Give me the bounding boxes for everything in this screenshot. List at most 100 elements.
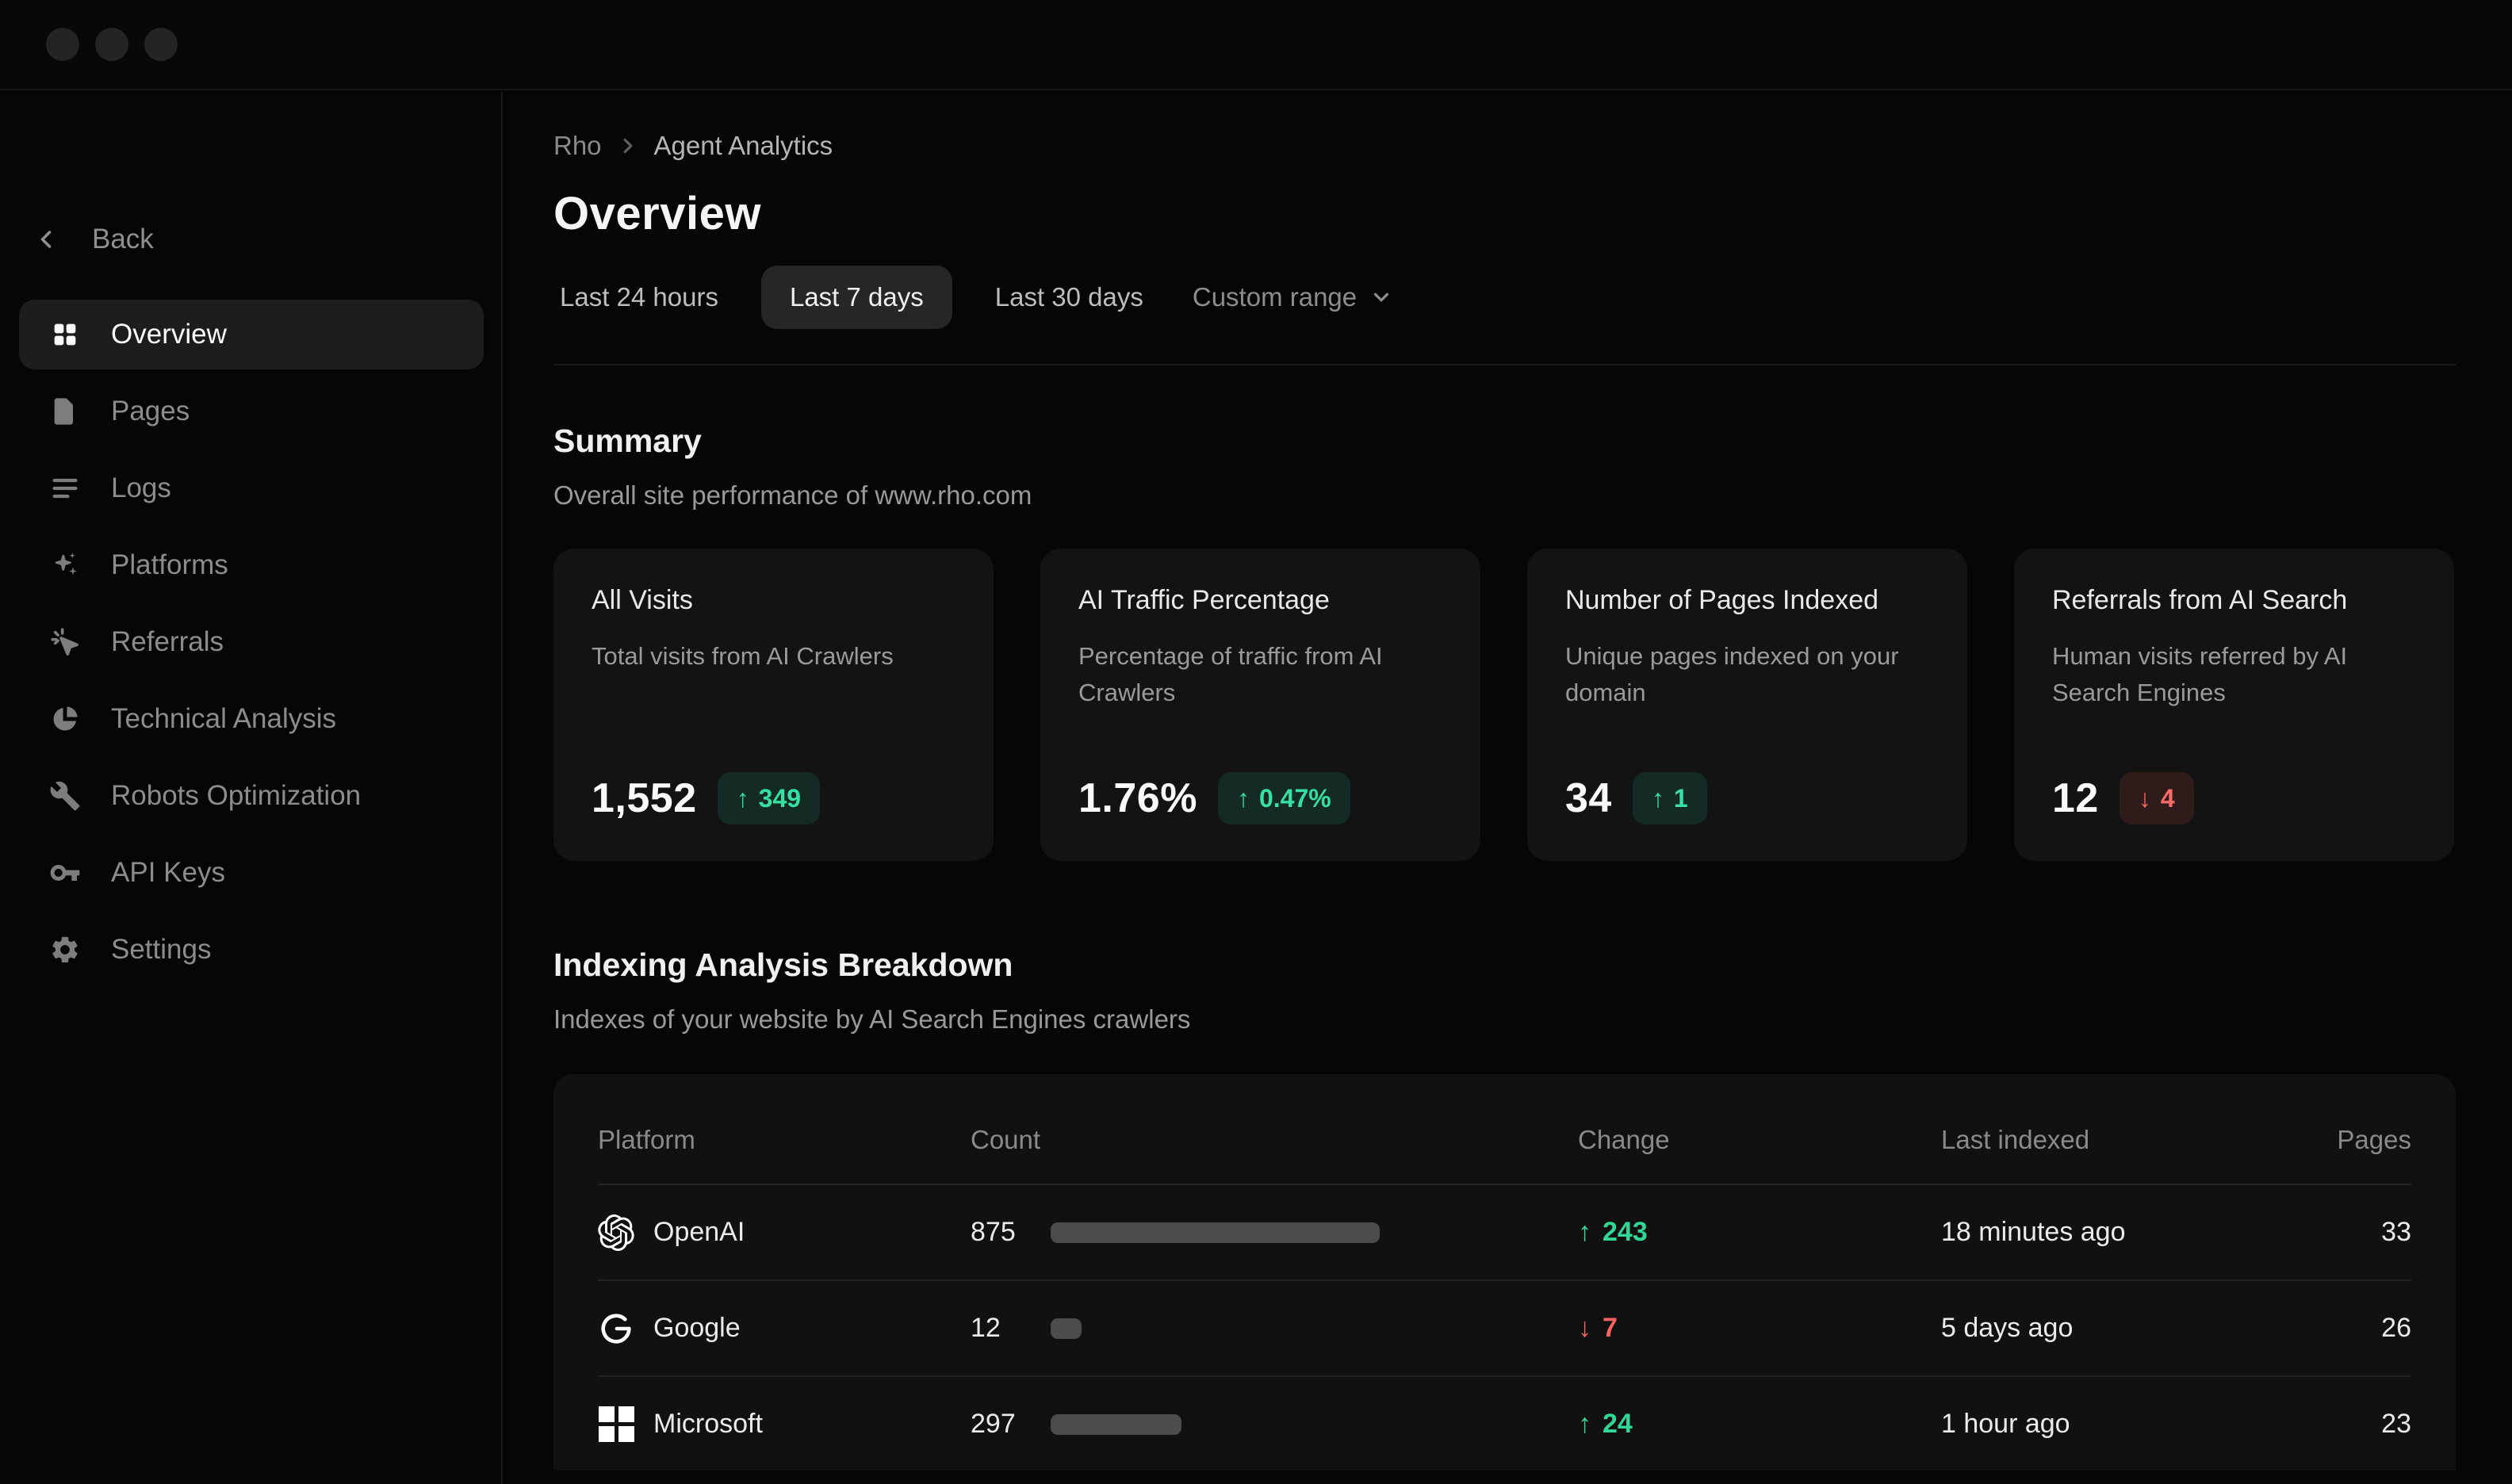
main-content: Rho Agent Analytics Overview Last 24 hou… xyxy=(553,90,2456,1484)
change-cell: ↓ 7 xyxy=(1578,1313,1941,1344)
change-value: 7 xyxy=(1603,1313,1618,1344)
sidebar: Back Overview Pages Lo xyxy=(0,92,503,1484)
sidebar-item-overview[interactable]: Overview xyxy=(19,296,484,373)
sidebar-item-label: Platforms xyxy=(111,549,228,581)
count-value: 875 xyxy=(971,1217,1051,1248)
pages-cell: 26 xyxy=(2316,1313,2411,1344)
back-button[interactable]: Back xyxy=(32,212,154,266)
last-indexed-cell: 5 days ago xyxy=(1941,1313,2316,1344)
table-row-microsoft[interactable]: Microsoft 297 ↑ 24 1 hour ago 23 xyxy=(598,1375,2411,1471)
platform-name: Google xyxy=(653,1313,741,1344)
table-row-google[interactable]: Google 12 ↓ 7 5 days ago 26 xyxy=(598,1279,2411,1375)
key-icon xyxy=(49,857,81,889)
card-value: 34 xyxy=(1565,775,1612,822)
platform-name: Microsoft xyxy=(653,1409,763,1440)
summary-section: Summary Overall site performance of www.… xyxy=(553,423,2456,861)
sidebar-item-logs[interactable]: Logs xyxy=(19,449,484,526)
openai-logo-icon xyxy=(598,1214,634,1251)
sidebar-item-label: Overview xyxy=(111,319,227,350)
count-bar xyxy=(1051,1318,1082,1339)
card-description: Unique pages indexed on your domain xyxy=(1565,638,1914,711)
summary-cards: All Visits Total visits from AI Crawlers… xyxy=(553,549,2456,861)
change-value: 4 xyxy=(2161,784,2175,813)
card-value: 12 xyxy=(2052,775,2099,822)
card-value: 1,552 xyxy=(592,775,697,822)
arrow-up-icon: ↑ xyxy=(737,784,749,813)
change-cell: ↑ 243 xyxy=(1578,1217,1941,1248)
column-header-last-indexed: Last indexed xyxy=(1941,1103,2316,1155)
cursor-click-icon xyxy=(49,626,81,658)
sidebar-item-pages[interactable]: Pages xyxy=(19,373,484,449)
grid-icon xyxy=(49,319,81,350)
sidebar-item-referrals[interactable]: Referrals xyxy=(19,603,484,680)
column-header-platform: Platform xyxy=(598,1103,971,1155)
card-description: Percentage of traffic from AI Crawlers xyxy=(1078,638,1427,711)
change-value: 1 xyxy=(1674,784,1688,813)
back-label: Back xyxy=(92,224,154,255)
pages-cell: 33 xyxy=(2316,1217,2411,1248)
arrow-up-icon: ↑ xyxy=(1237,784,1250,813)
chevron-down-icon xyxy=(1369,285,1393,309)
time-range-tabs: Last 24 hours Last 7 days Last 30 days C… xyxy=(553,266,2456,329)
section-divider xyxy=(553,364,2456,365)
chevron-left-icon xyxy=(32,225,60,254)
count-value: 12 xyxy=(971,1313,1051,1344)
pages-cell: 23 xyxy=(2316,1409,2411,1440)
sidebar-item-label: Logs xyxy=(111,472,171,504)
card-description: Human visits referred by AI Search Engin… xyxy=(2052,638,2401,711)
card-description: Total visits from AI Crawlers xyxy=(592,638,940,675)
tab-last-30-days[interactable]: Last 30 days xyxy=(989,266,1150,329)
sidebar-item-platforms[interactable]: Platforms xyxy=(19,526,484,603)
pie-chart-icon xyxy=(49,703,81,735)
breakdown-heading: Indexing Analysis Breakdown xyxy=(553,947,2456,984)
sidebar-item-label: Robots Optimization xyxy=(111,780,361,812)
sidebar-item-label: Referrals xyxy=(111,626,224,658)
indexing-breakdown-section: Indexing Analysis Breakdown Indexes of y… xyxy=(553,947,2456,1471)
page-title: Overview xyxy=(553,187,2456,240)
custom-range-label: Custom range xyxy=(1193,282,1357,312)
change-badge: ↑ 1 xyxy=(1633,772,1707,824)
window-control-dot[interactable] xyxy=(144,28,178,61)
stat-card-ai-traffic-percentage: AI Traffic Percentage Percentage of traf… xyxy=(1040,549,1480,861)
change-badge: ↓ 4 xyxy=(2120,772,2194,824)
arrow-up-icon: ↑ xyxy=(1652,784,1664,813)
arrow-up-icon: ↑ xyxy=(1578,1217,1591,1248)
sidebar-item-label: Settings xyxy=(111,934,211,966)
breadcrumb-root[interactable]: Rho xyxy=(553,131,602,161)
card-title: Number of Pages Indexed xyxy=(1565,585,1929,616)
google-logo-icon xyxy=(598,1310,634,1347)
last-indexed-cell: 1 hour ago xyxy=(1941,1409,2316,1440)
card-value: 1.76% xyxy=(1078,775,1197,822)
sidebar-item-api-keys[interactable]: API Keys xyxy=(19,834,484,911)
wrench-icon xyxy=(49,780,81,812)
file-icon xyxy=(49,396,81,427)
table-row-openai[interactable]: OpenAI 875 ↑ 243 18 minutes ago 33 xyxy=(598,1184,2411,1279)
sparkles-icon xyxy=(49,549,81,581)
tab-last-24-hours[interactable]: Last 24 hours xyxy=(553,266,725,329)
change-badge: ↑ 0.47% xyxy=(1218,772,1350,824)
column-header-count: Count xyxy=(971,1103,1578,1155)
window-control-dot[interactable] xyxy=(46,28,79,61)
tab-last-7-days[interactable]: Last 7 days xyxy=(761,266,952,329)
sidebar-item-technical-analysis[interactable]: Technical Analysis xyxy=(19,680,484,757)
count-bar xyxy=(1051,1414,1181,1435)
breakdown-subtitle: Indexes of your website by AI Search Eng… xyxy=(553,1004,2456,1035)
card-title: All Visits xyxy=(592,585,955,616)
window-titlebar xyxy=(0,0,2512,90)
sidebar-item-settings[interactable]: Settings xyxy=(19,911,484,988)
card-title: AI Traffic Percentage xyxy=(1078,585,1442,616)
change-value: 0.47% xyxy=(1259,784,1331,813)
sidebar-item-label: Pages xyxy=(111,396,190,427)
breadcrumb: Rho Agent Analytics xyxy=(553,128,2456,163)
breadcrumb-current: Agent Analytics xyxy=(654,131,833,161)
stat-card-pages-indexed: Number of Pages Indexed Unique pages ind… xyxy=(1527,549,1967,861)
tab-custom-range[interactable]: Custom range xyxy=(1186,266,1400,329)
last-indexed-cell: 18 minutes ago xyxy=(1941,1217,2316,1248)
window-control-dot[interactable] xyxy=(95,28,128,61)
sidebar-item-label: API Keys xyxy=(111,857,225,889)
change-value: 243 xyxy=(1603,1217,1648,1248)
change-badge: ↑ 349 xyxy=(718,772,820,824)
sidebar-item-robots-optimization[interactable]: Robots Optimization xyxy=(19,757,484,834)
column-header-change: Change xyxy=(1578,1103,1941,1155)
sidebar-nav: Overview Pages Logs xyxy=(19,296,484,988)
